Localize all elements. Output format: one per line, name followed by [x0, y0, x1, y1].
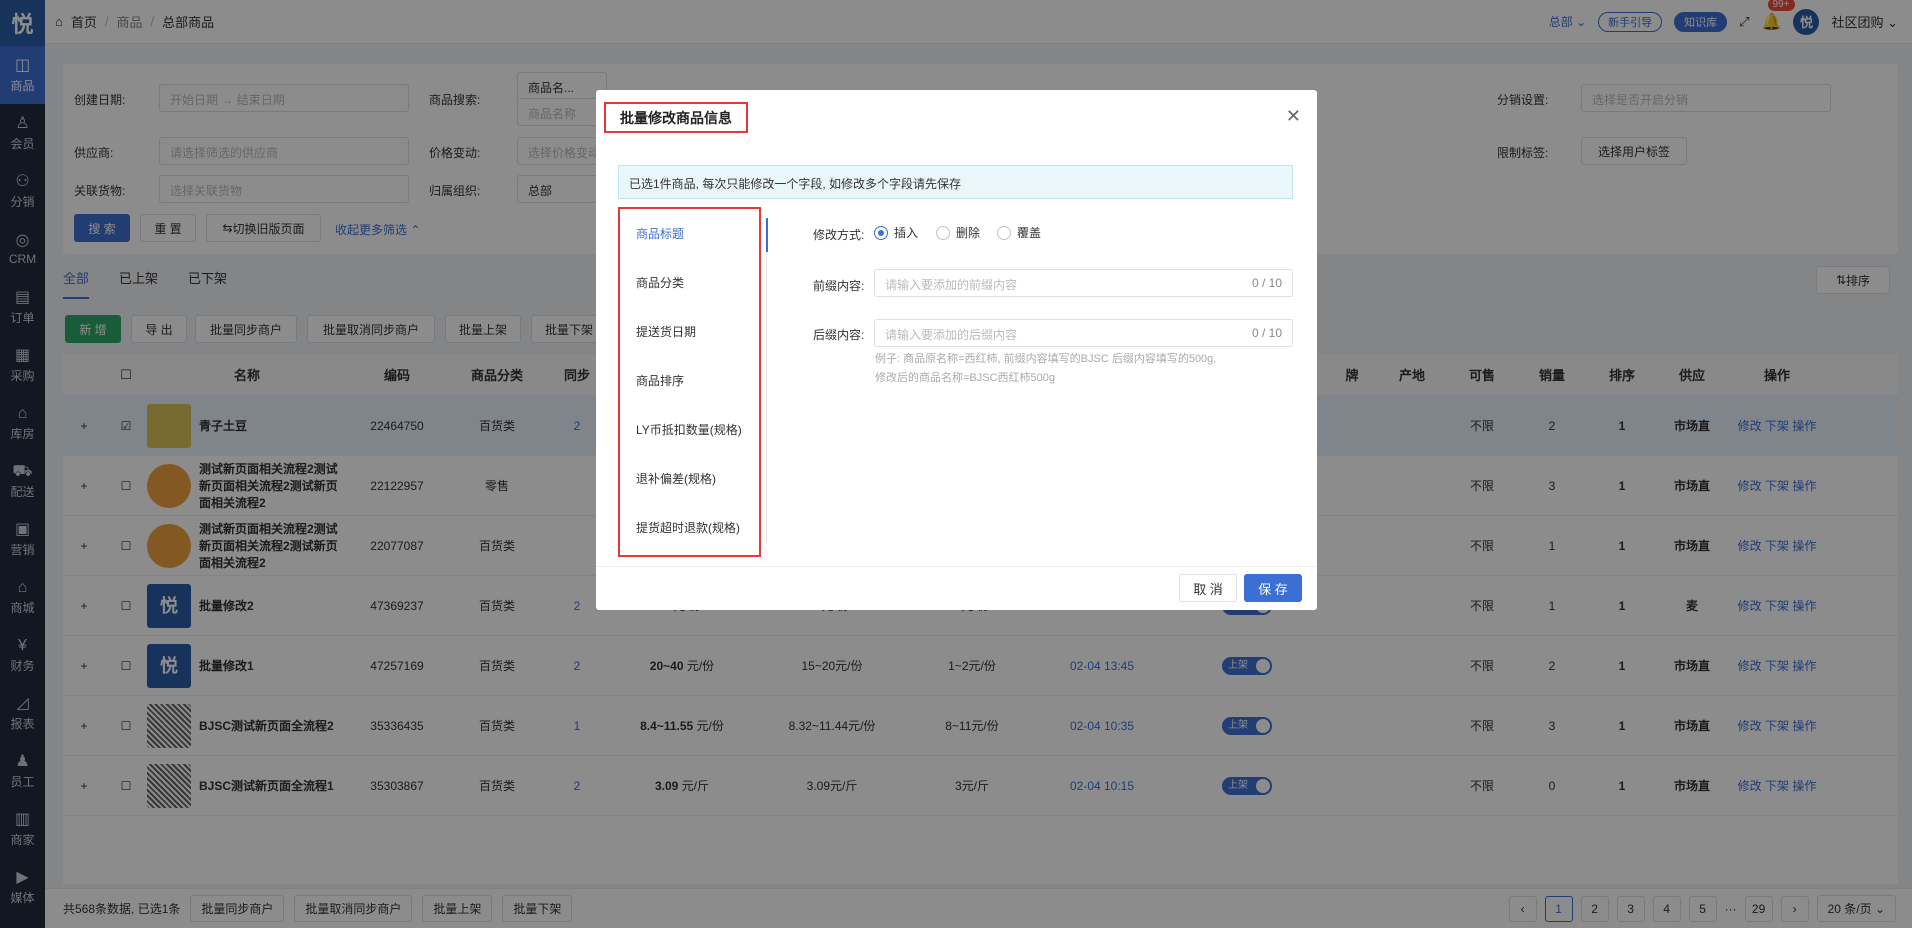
radio-dot [997, 225, 1011, 240]
field-nav-item[interactable]: 提送货日期 [620, 307, 759, 356]
suffix-input[interactable]: 请输入要添加的后缀内容 0 / 10 [874, 319, 1293, 347]
prefix-input[interactable]: 请输入要添加的前缀内容 0 / 10 [874, 269, 1293, 297]
field-nav: 商品标题 商品分类 提送货日期 商品排序 LY币抵扣数量(规格) 退补偏差(规格) 提货超时… [618, 207, 761, 557]
dialog-title: 批量修改商品信息 [604, 102, 748, 133]
field-nav-item[interactable]: 提货超时退款(规格) [620, 503, 759, 552]
field-nav-item[interactable]: 商品标题 [620, 209, 759, 258]
field-nav-item[interactable]: 商品排序 [620, 356, 759, 405]
prefix-count: 0 / 10 [1251, 276, 1282, 290]
nav-track [766, 218, 767, 543]
close-icon[interactable]: ✕ [1286, 106, 1301, 127]
batch-edit-dialog: 批量修改商品信息 ✕ 已选1件商品, 每次只能修改一个字段, 如修改多个字段请先… [596, 90, 1317, 610]
radio-dot [874, 225, 888, 240]
suffix-label: 后缀内容: [813, 328, 865, 342]
cancel-button[interactable]: 取 消 [1179, 574, 1237, 602]
mode-overwrite-radio[interactable]: 覆盖 [997, 224, 1041, 241]
mode-label: 修改方式: [813, 228, 865, 242]
field-nav-item[interactable]: 退补偏差(规格) [620, 454, 759, 503]
prefix-label: 前缀内容: [813, 279, 865, 293]
example-hint: 例子: 商品原名称=西红柿, 前缀内容填写的BJSC 后缀内容填写的500g, … [875, 353, 1217, 384]
nav-active-indicator [766, 218, 768, 252]
field-nav-item[interactable]: 商品分类 [620, 258, 759, 307]
mode-insert-radio[interactable]: 插入 [874, 224, 918, 241]
field-nav-item[interactable]: LY币抵扣数量(规格) [620, 405, 759, 454]
dialog-footer [596, 566, 1317, 567]
info-notice: 已选1件商品, 每次只能修改一个字段, 如修改多个字段请先保存 [618, 165, 1293, 199]
suffix-count: 0 / 10 [1251, 326, 1282, 340]
radio-dot [936, 225, 950, 240]
save-button[interactable]: 保 存 [1244, 574, 1302, 602]
mode-delete-radio[interactable]: 删除 [936, 224, 980, 241]
